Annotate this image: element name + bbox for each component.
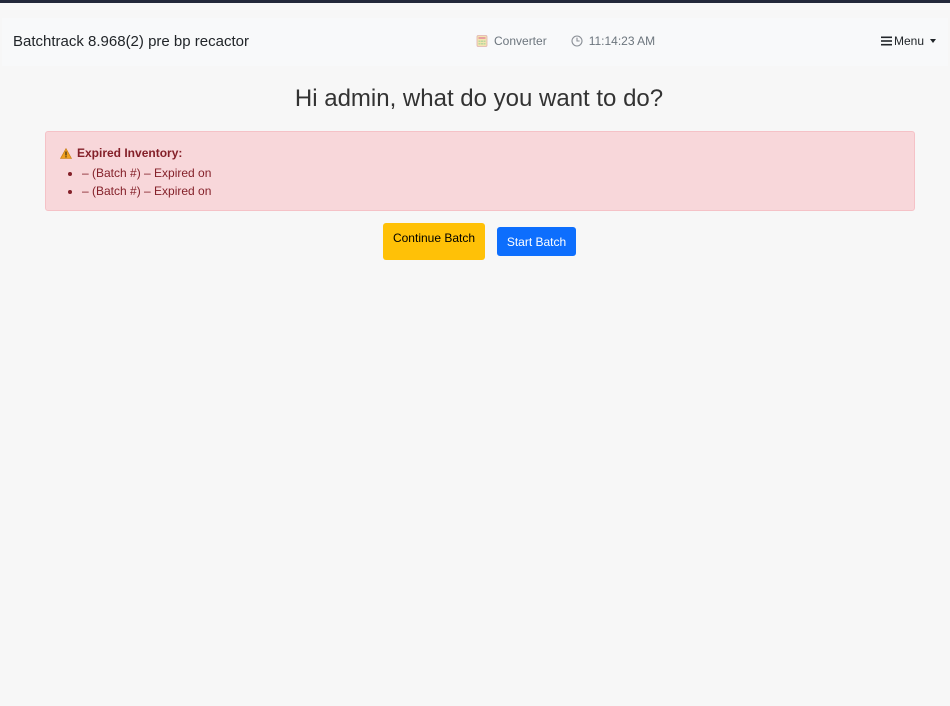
start-batch-button[interactable]: Start Batch xyxy=(497,227,576,256)
converter-label: Converter xyxy=(494,34,547,48)
list-item: – (Batch #) – Expired on xyxy=(82,182,914,200)
clock-icon xyxy=(571,35,583,47)
page-heading: Hi admin, what do you want to do? xyxy=(294,85,664,112)
warning-icon xyxy=(60,147,72,159)
calculator-icon xyxy=(476,35,488,47)
expired-list: – (Batch #) – Expired on – (Batch #) – E… xyxy=(60,164,914,200)
menu-dropdown-toggle[interactable]: Menu xyxy=(880,34,936,48)
caret-down-icon xyxy=(930,39,936,43)
continue-batch-button[interactable]: Continue Batch xyxy=(383,223,485,260)
list-item: – (Batch #) – Expired on xyxy=(82,164,914,182)
navbar-center: Converter 11:14:23 AM xyxy=(476,34,655,48)
alert-title: Expired Inventory: xyxy=(77,146,183,160)
expired-inventory-alert: Expired Inventory: – (Batch #) – Expired… xyxy=(45,131,915,211)
converter-link[interactable]: Converter xyxy=(476,34,547,48)
clock-time: 11:14:23 AM xyxy=(588,34,656,48)
hamburger-icon xyxy=(880,36,892,46)
navbar: Batchtrack 8.968(2) pre bp recactor Conv… xyxy=(2,18,948,66)
alert-title-row: Expired Inventory: xyxy=(60,146,914,160)
clock: 11:14:23 AM xyxy=(571,34,656,48)
app-brand[interactable]: Batchtrack 8.968(2) pre bp recactor xyxy=(13,33,249,50)
menu-label: Menu xyxy=(893,34,924,48)
top-strip xyxy=(0,0,950,3)
